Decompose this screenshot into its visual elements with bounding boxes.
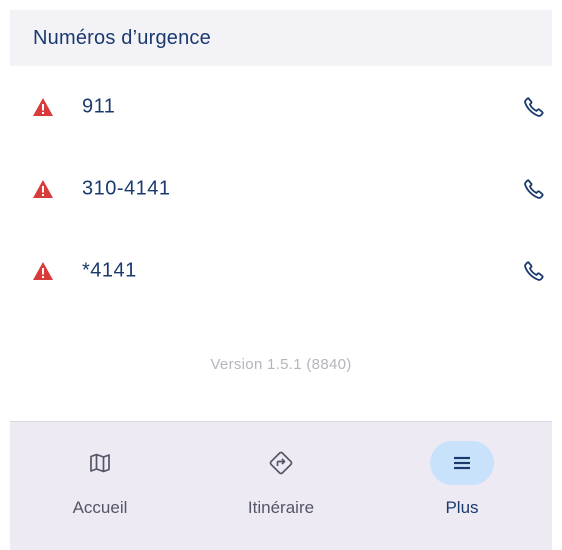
nav-label: Accueil	[72, 498, 128, 517]
directions-icon	[269, 451, 293, 475]
nav-icon-container	[249, 441, 313, 485]
warning-icon	[33, 180, 53, 198]
warning-icon	[33, 262, 53, 280]
nav-label: Plus	[445, 498, 479, 517]
section-title: Numéros d’urgence	[33, 26, 211, 49]
nav-item-accueil[interactable]: Accueil	[10, 422, 190, 550]
version-text: Version 1.5.1 (8840)	[210, 356, 352, 373]
emergency-number: 310-4141	[82, 177, 171, 200]
menu-icon	[454, 456, 470, 470]
emergency-number-list: 911 310-4141 *4141	[10, 66, 552, 312]
map-icon	[90, 453, 110, 473]
section-header: Numéros d’urgence	[10, 10, 552, 66]
bottom-navigation: Accueil Itinéraire Plus	[10, 421, 552, 550]
emergency-number: 911	[82, 95, 116, 118]
nav-label: Itinéraire	[247, 498, 315, 517]
phone-icon[interactable]	[522, 95, 546, 119]
phone-icon[interactable]	[522, 259, 546, 283]
phone-icon[interactable]	[522, 177, 546, 201]
nav-icon-container	[68, 441, 132, 485]
nav-item-plus[interactable]: Plus	[372, 422, 552, 550]
emergency-number-row[interactable]: *4141	[10, 230, 552, 312]
emergency-number: *4141	[82, 259, 137, 282]
nav-item-itineraire[interactable]: Itinéraire	[191, 422, 371, 550]
nav-icon-container-active	[430, 441, 494, 485]
emergency-number-row[interactable]: 911	[10, 66, 552, 148]
screen: Numéros d’urgence 911 310-4141 *4141 Ver…	[0, 0, 562, 550]
emergency-number-row[interactable]: 310-4141	[10, 148, 552, 230]
warning-icon	[33, 98, 53, 116]
